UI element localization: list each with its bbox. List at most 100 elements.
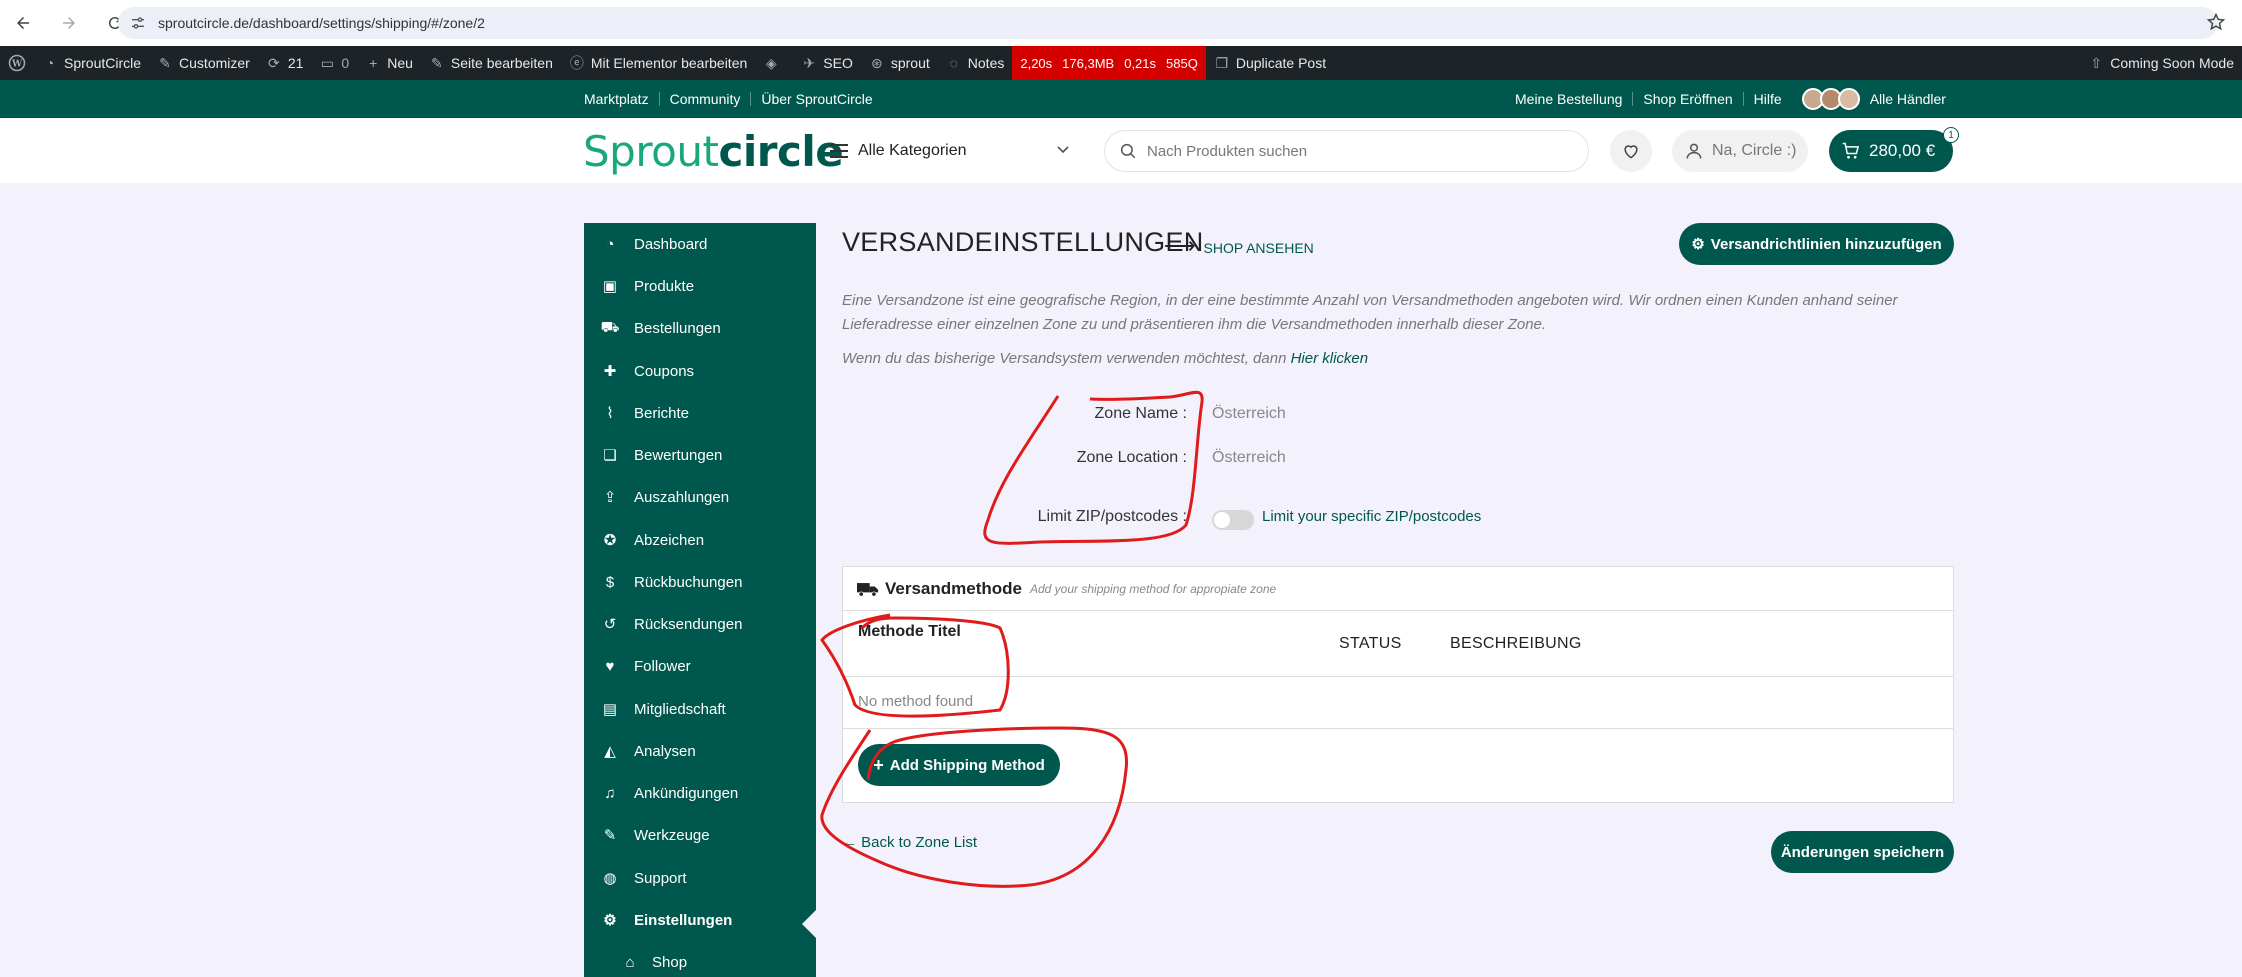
add-shipping-method-button[interactable]: + Add Shipping Method [858, 744, 1060, 786]
sidebar-item-label: Shop [652, 953, 688, 971]
sidebar-item-label: Rückbuchungen [634, 573, 743, 591]
wp-edit-page[interactable]: ✎ Seite bearbeiten [421, 46, 561, 80]
sidebar-item-label: Einstellungen [634, 911, 733, 929]
wp-sprout[interactable]: ⊛ sprout [861, 46, 938, 80]
wp-logo-icon[interactable]: W [0, 46, 34, 80]
shipping-method-header: Versandmethode Add your shipping method … [843, 567, 1953, 611]
sidebar-item-rückbuchungen[interactable]: $ Rückbuchungen [584, 561, 816, 603]
cart-button[interactable]: 280,00 € [1829, 130, 1953, 172]
upload-icon: ⇪ [603, 489, 617, 506]
sidebar-item-mitgliedschaft[interactable]: ▤ Mitgliedschaft [584, 688, 816, 730]
limit-zip-toggle-text[interactable]: Limit your specific ZIP/postcodes [1262, 508, 1481, 525]
speech-bubble-icon: ◌ [949, 55, 958, 71]
area-chart-icon: ◭ [604, 743, 616, 760]
wp-notes[interactable]: ◌ Notes [938, 46, 1013, 80]
pencil-icon: ✎ [431, 54, 443, 71]
sidebar-item-label: Bewertungen [634, 446, 723, 464]
site-settings-icon[interactable] [130, 15, 146, 31]
page-title: VERSANDEINSTELLUNGEN [842, 227, 1204, 257]
zone-location-value: Österreich [1212, 449, 1286, 466]
sidebar-item-bestellungen[interactable]: ⛟ Bestellungen [584, 307, 816, 349]
sidebar-item-produkte[interactable]: ▣ Produkte [584, 265, 816, 307]
sidebar-item-rücksendungen[interactable]: ↺ Rücksendungen [584, 603, 816, 645]
column-header-description: BESCHREIBUNG [1450, 635, 1582, 652]
site-header: Sproutcircle Alle Kategorien Nach Produk… [0, 118, 2242, 183]
bank-icon: ⌂ [625, 953, 635, 971]
top-link-community[interactable]: Community [660, 92, 752, 106]
sidebar-item-auszahlungen[interactable]: ⇪ Auszahlungen [584, 476, 816, 518]
sprout-icon: ⊛ [870, 54, 883, 71]
sidebar-item-analysen[interactable]: ◭ Analysen [584, 730, 816, 772]
account-button[interactable]: Na, Circle :) [1672, 130, 1808, 172]
diamond-icon: ◈ [765, 54, 777, 71]
save-changes-button[interactable]: Änderungen speichern [1771, 831, 1954, 873]
sidebar-item-werkzeuge[interactable]: ✎ Werkzeuge [584, 814, 816, 856]
back-to-zone-list-link[interactable]: ← Back to Zone List [842, 834, 977, 851]
address-bar[interactable]: sproutcircle.de/dashboard/settings/shipp… [118, 7, 2218, 39]
briefcase-icon: ▣ [602, 278, 618, 295]
bell-icon: ♫ [604, 784, 616, 802]
no-method-found-text: No method found [858, 693, 974, 710]
top-link-help[interactable]: Hilfe [1744, 92, 1792, 106]
truck-icon [857, 582, 879, 597]
vendor-avatars[interactable] [1801, 88, 1860, 110]
wp-site-menu[interactable]: ◔ SproutCircle [34, 46, 149, 80]
comments-icon: ❏ [603, 447, 617, 464]
globe-icon: ◍ [603, 870, 617, 887]
wp-customizer[interactable]: ✎ Customizer [149, 46, 258, 80]
wp-new[interactable]: + Neu [357, 46, 421, 80]
cart-count-badge: 1 [1943, 127, 1959, 143]
sidebar-item-support[interactable]: ◍ Support [584, 857, 816, 899]
gear-icon: ⚙ [1691, 236, 1705, 253]
top-link-about[interactable]: Über SproutCircle [751, 92, 882, 106]
sidebar-item-label: Ankündigungen [634, 784, 739, 802]
top-link-open-shop[interactable]: Shop Eröffnen [1633, 92, 1744, 106]
sidebar-item-einstellungen[interactable]: ⚙ Einstellungen [584, 899, 816, 941]
wp-elementor[interactable]: ⓔ Mit Elementor bearbeiten [561, 46, 755, 80]
sidebar-item-coupons[interactable]: ✚ Coupons [584, 350, 816, 392]
sidebar-item-berichte[interactable]: ⌇ Berichte [584, 392, 816, 434]
sidebar-item-dashboard[interactable]: ◔ Dashboard [584, 223, 816, 265]
url-text[interactable]: sproutcircle.de/dashboard/settings/shipp… [158, 15, 485, 31]
sidebar-item-label: Produkte [634, 277, 695, 295]
sidebar-item-label: Support [634, 869, 687, 887]
comment-icon: ▭ [320, 54, 335, 71]
svg-text:W: W [11, 59, 23, 69]
forward-arrow-icon[interactable] [46, 0, 92, 46]
toggle-knob [1214, 512, 1230, 528]
all-vendors-link[interactable]: Alle Händler [1870, 91, 1946, 107]
legacy-click-here-link[interactable]: Hier klicken [1291, 350, 1369, 367]
hamburger-icon [830, 144, 848, 158]
zone-description: Eine Versandzone ist eine geografische R… [842, 292, 1898, 333]
wp-updates[interactable]: ⟳ 21 [258, 46, 312, 80]
top-link-marketplace[interactable]: Marktplatz [584, 92, 660, 106]
top-link-my-order[interactable]: Meine Bestellung [1505, 92, 1634, 106]
wp-duplicate-post[interactable]: ❐ Duplicate Post [1206, 46, 1334, 80]
sidebar-item-label: Werkzeuge [634, 826, 710, 844]
sidebar-item-shop[interactable]: ⌂ Shop [584, 941, 816, 977]
search-input[interactable]: Nach Produkten suchen [1104, 130, 1589, 172]
plus-icon: + [873, 754, 884, 775]
sidebar-item-bewertungen[interactable]: ❏ Bewertungen [584, 434, 816, 476]
add-shipping-policy-button[interactable]: ⚙ Versandrichtlinien hinzuzufügen [1679, 223, 1954, 265]
wp-admin-bar: W ◔ SproutCircle ✎ Customizer ⟳ 21 ▭ 0 + Neu … [0, 46, 2242, 80]
query-monitor-stats[interactable]: 2,20s 176,3MB 0,21s 585Q [1012, 46, 1206, 80]
sidebar-item-abzeichen[interactable]: ✪ Abzeichen [584, 519, 816, 561]
sidebar-item-label: Rücksendungen [634, 615, 743, 633]
wp-seo[interactable]: ✈ SEO [793, 46, 861, 80]
limit-zip-toggle[interactable] [1212, 510, 1254, 530]
bookmark-star-icon[interactable] [2206, 12, 2226, 32]
wp-coming-soon[interactable]: ⇧ Coming Soon Mode [2080, 46, 2242, 80]
categories-dropdown[interactable]: Alle Kategorien [830, 138, 1070, 164]
wishlist-button[interactable] [1610, 130, 1652, 172]
view-shop-link[interactable]: ⟶ SHOP ANSEHEN [1164, 233, 1314, 259]
wp-diamond[interactable]: ◈ [755, 46, 793, 80]
wp-comments[interactable]: ▭ 0 [311, 46, 357, 80]
sidebar-item-follower[interactable]: ♥ Follower [584, 645, 816, 687]
shipping-table-header: Methode Titel STATUS BESCHREIBUNG [843, 611, 1953, 677]
column-header-title: Methode Titel [858, 623, 961, 640]
sidebar-item-ankündigungen[interactable]: ♫ Ankündigungen [584, 772, 816, 814]
site-logo[interactable]: Sproutcircle [583, 127, 844, 176]
back-arrow-icon[interactable] [0, 0, 46, 46]
sidebar-item-label: Bestellungen [634, 319, 721, 337]
